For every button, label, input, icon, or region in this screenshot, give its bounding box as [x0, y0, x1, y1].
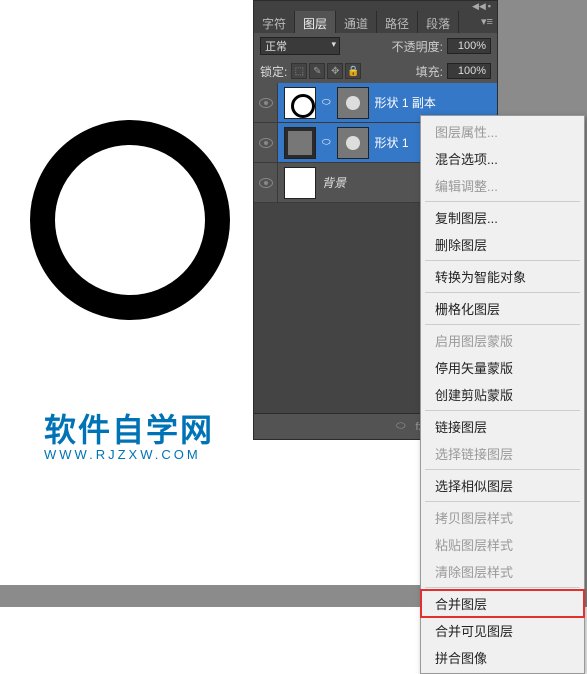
menu-item[interactable]: 转换为智能对象 [421, 263, 584, 290]
lock-move-icon[interactable]: ✥ [327, 63, 343, 79]
lock-label: 锁定: [260, 63, 287, 80]
layer-thumb[interactable] [284, 127, 316, 159]
fill-value[interactable]: 100% [447, 63, 491, 79]
menu-separator [425, 410, 580, 411]
watermark-cn: 软件自学网 [44, 405, 214, 451]
lock-transparent-icon[interactable]: ⬚ [291, 63, 307, 79]
panel-tabs: 字符 图层 通道 路径 段落 ▾≡ [254, 11, 497, 33]
menu-item: 选择链接图层 [421, 440, 584, 467]
menu-item: 启用图层蒙版 [421, 327, 584, 354]
lock-brush-icon[interactable]: ✎ [309, 63, 325, 79]
opacity-value[interactable]: 100% [447, 38, 491, 54]
menu-item: 编辑调整... [421, 172, 584, 199]
tab-paths[interactable]: 路径 [377, 11, 418, 33]
menu-item: 清除图层样式 [421, 558, 584, 585]
menu-separator [425, 260, 580, 261]
tab-character[interactable]: 字符 [254, 11, 295, 33]
menu-item[interactable]: 栅格化图层 [421, 295, 584, 322]
menu-item[interactable]: 合并可见图层 [421, 617, 584, 644]
menu-separator [425, 324, 580, 325]
menu-item[interactable]: 拼合图像 [421, 644, 584, 671]
menu-item[interactable]: 混合选项... [421, 145, 584, 172]
eye-icon [259, 178, 273, 188]
close-icon[interactable]: ▪ [488, 1, 491, 11]
visibility-toggle[interactable] [254, 163, 278, 202]
layer-thumb[interactable] [284, 87, 316, 119]
eye-icon [259, 98, 273, 108]
panel-titlebar[interactable]: ◀◀ ▪ [254, 1, 497, 11]
menu-item[interactable]: 停用矢量蒙版 [421, 354, 584, 381]
layer-name[interactable]: 形状 1 副本 [375, 94, 493, 111]
menu-item: 图层属性... [421, 118, 584, 145]
blend-mode-select[interactable]: 正常 [260, 37, 340, 55]
link-icon: ⬭ [322, 137, 331, 148]
ring-shape [30, 120, 230, 320]
layer-context-menu: 图层属性...混合选项...编辑调整... 复制图层...删除图层转换为智能对象栅… [420, 115, 585, 674]
tab-channels[interactable]: 通道 [336, 11, 377, 33]
mask-thumb[interactable] [337, 87, 369, 119]
opacity-label: 不透明度: [392, 38, 443, 55]
menu-item[interactable]: 合并图层 [421, 590, 584, 617]
menu-separator [425, 587, 580, 588]
menu-item: 粘贴图层样式 [421, 531, 584, 558]
menu-item[interactable]: 链接图层 [421, 413, 584, 440]
collapse-icon[interactable]: ◀◀ [472, 1, 486, 12]
menu-item: 拷贝图层样式 [421, 504, 584, 531]
watermark: 软件自学网 WWW.RJZXW.COM [44, 405, 214, 462]
link-icon: ⬭ [322, 97, 331, 108]
menu-item[interactable]: 复制图层... [421, 204, 584, 231]
menu-separator [425, 201, 580, 202]
watermark-en: WWW.RJZXW.COM [44, 447, 214, 462]
link-layers-icon[interactable]: ⬭ [396, 420, 405, 433]
layer-thumb[interactable] [284, 167, 316, 199]
menu-item[interactable]: 删除图层 [421, 231, 584, 258]
tab-layers[interactable]: 图层 [295, 11, 336, 33]
blend-opacity-row: 正常 不透明度: 100% [254, 33, 497, 59]
lock-icons: ⬚ ✎ ✥ 🔒 [291, 63, 361, 79]
menu-item[interactable]: 选择相似图层 [421, 472, 584, 499]
tab-paragraph[interactable]: 段落 [418, 11, 459, 33]
lock-all-icon[interactable]: 🔒 [345, 63, 361, 79]
mask-thumb[interactable] [337, 127, 369, 159]
visibility-toggle[interactable] [254, 83, 278, 122]
menu-separator [425, 292, 580, 293]
visibility-toggle[interactable] [254, 123, 278, 162]
menu-item[interactable]: 创建剪贴蒙版 [421, 381, 584, 408]
fill-label: 填充: [416, 63, 443, 80]
menu-separator [425, 469, 580, 470]
eye-icon [259, 138, 273, 148]
menu-separator [425, 501, 580, 502]
lock-fill-row: 锁定: ⬚ ✎ ✥ 🔒 填充: 100% [254, 59, 497, 83]
panel-menu-icon[interactable]: ▾≡ [477, 11, 497, 33]
